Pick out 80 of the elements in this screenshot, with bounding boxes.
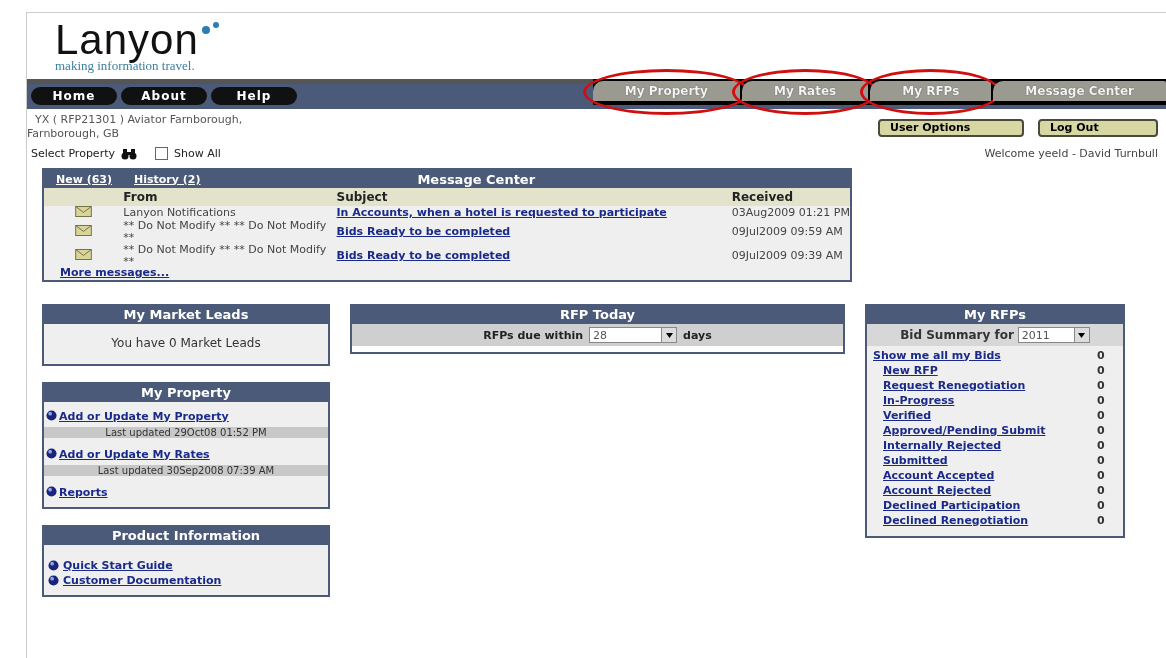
caret-icon [665,332,673,338]
globe-bullet-icon [48,560,59,571]
panel-title: My Property [44,384,328,402]
message-date: 03Aug2009 01:21 PM [731,206,850,219]
nav-button[interactable]: Home [31,87,117,105]
days-dropdown[interactable]: 28 [589,327,678,343]
bid-count: 0 [1097,439,1106,452]
panel-title: Message Center [416,171,537,187]
envelope-icon[interactable] [75,249,93,260]
product-info-link[interactable]: Customer Documentation [63,574,222,587]
property-location: Farnborough, GB [27,127,121,141]
envelope-icon[interactable] [75,225,93,236]
bid-status-link[interactable]: Show me all my Bids [873,349,1001,362]
bid-status-link[interactable]: Verified [883,409,932,422]
message-sender: ** Do Not Modify ** ** Do Not Modify ** [123,243,327,268]
column-header: Received [731,190,793,204]
property-name: YX ( RFP21301 ) Aviator Farnborough, [34,113,243,127]
bid-status-link[interactable]: In-Progress [883,394,955,407]
column-header: Subject [336,190,388,204]
message-filter-link[interactable]: New (63) [56,172,113,186]
bid-count: 0 [1097,379,1106,392]
product-info-link[interactable]: Quick Start Guide [63,559,173,572]
welcome-text: Welcome yeeld - David Turnbull [984,147,1158,160]
market-leads-text: You have 0 Market Leads [110,335,262,352]
nav-button[interactable]: Help [211,87,297,105]
bid-status-link[interactable]: Request Renegotiation [883,379,1026,392]
bid-count: 0 [1097,499,1106,512]
days-label: days [683,328,712,342]
last-updated-text: Last updated 30Sep2008 07:39 AM [44,465,328,476]
message-subject-link[interactable]: Bids Ready to be completed [336,225,511,238]
nav-button[interactable]: About [121,87,207,105]
binoculars-icon[interactable] [121,147,137,160]
bid-count: 0 [1097,469,1106,482]
user-button[interactable]: Log Out [1038,119,1158,137]
bid-status-link[interactable]: Approved/Pending Submit [883,424,1046,437]
panel-title: Product Information [44,527,328,545]
property-link[interactable]: Add or Update My Rates [59,448,210,461]
globe-bullet-icon [46,410,57,421]
message-sender: Lanyon Notifications [123,206,236,219]
message-subject-link[interactable]: In Accounts, when a hotel is requested to participate [336,206,667,219]
message-filter-link[interactable]: History (2) [134,172,201,186]
caret-icon [1078,332,1086,338]
bid-summary-label: Bid Summary for [900,328,1014,342]
rfp-due-label: RFPs due within [483,328,584,342]
bid-count: 0 [1097,424,1106,437]
panel-title: My RFPs [867,306,1123,324]
bid-status-link[interactable]: Account Accepted [883,469,995,482]
globe-bullet-icon [46,486,57,497]
bid-count: 0 [1097,349,1106,362]
globe-bullet-icon [46,448,57,459]
bid-status-link[interactable]: Declined Renegotiation [883,514,1029,527]
property-link[interactable]: Reports [59,486,108,499]
bid-count: 0 [1097,409,1106,422]
select-property-label: Select Property [31,147,115,160]
last-updated-text: Last updated 29Oct08 01:52 PM [44,427,328,438]
globe-bullet-icon [48,575,59,586]
more-messages-link[interactable]: More messages... [44,268,850,280]
bid-count: 0 [1097,484,1106,497]
property-link[interactable]: Add or Update My Property [59,410,229,423]
panel-title: RFP Today [352,306,843,324]
message-subject-link[interactable]: Bids Ready to be completed [336,249,511,262]
message-sender: ** Do Not Modify ** ** Do Not Modify ** [123,219,327,244]
panel-title: My Market Leads [44,306,328,324]
column-header: From [123,190,158,204]
bid-status-link[interactable]: Account Rejected [883,484,992,497]
bid-status-link[interactable]: Internally Rejected [883,439,1002,452]
bid-count: 0 [1097,454,1106,467]
bid-count: 0 [1097,514,1106,527]
message-date: 09Jul2009 09:59 AM [731,225,843,238]
show-all-checkbox[interactable] [155,147,168,160]
bid-count: 0 [1097,364,1106,377]
envelope-icon[interactable] [75,206,93,217]
bid-status-link[interactable]: Declined Participation [883,499,1021,512]
bid-status-link[interactable]: New RFP [883,364,938,377]
message-date: 09Jul2009 09:39 AM [731,249,843,262]
year-dropdown[interactable]: 2011 [1017,327,1090,343]
user-button[interactable]: User Options [878,119,1024,137]
bid-count: 0 [1097,394,1106,407]
bid-status-link[interactable]: Submitted [883,454,948,467]
show-all-label: Show All [174,147,221,160]
